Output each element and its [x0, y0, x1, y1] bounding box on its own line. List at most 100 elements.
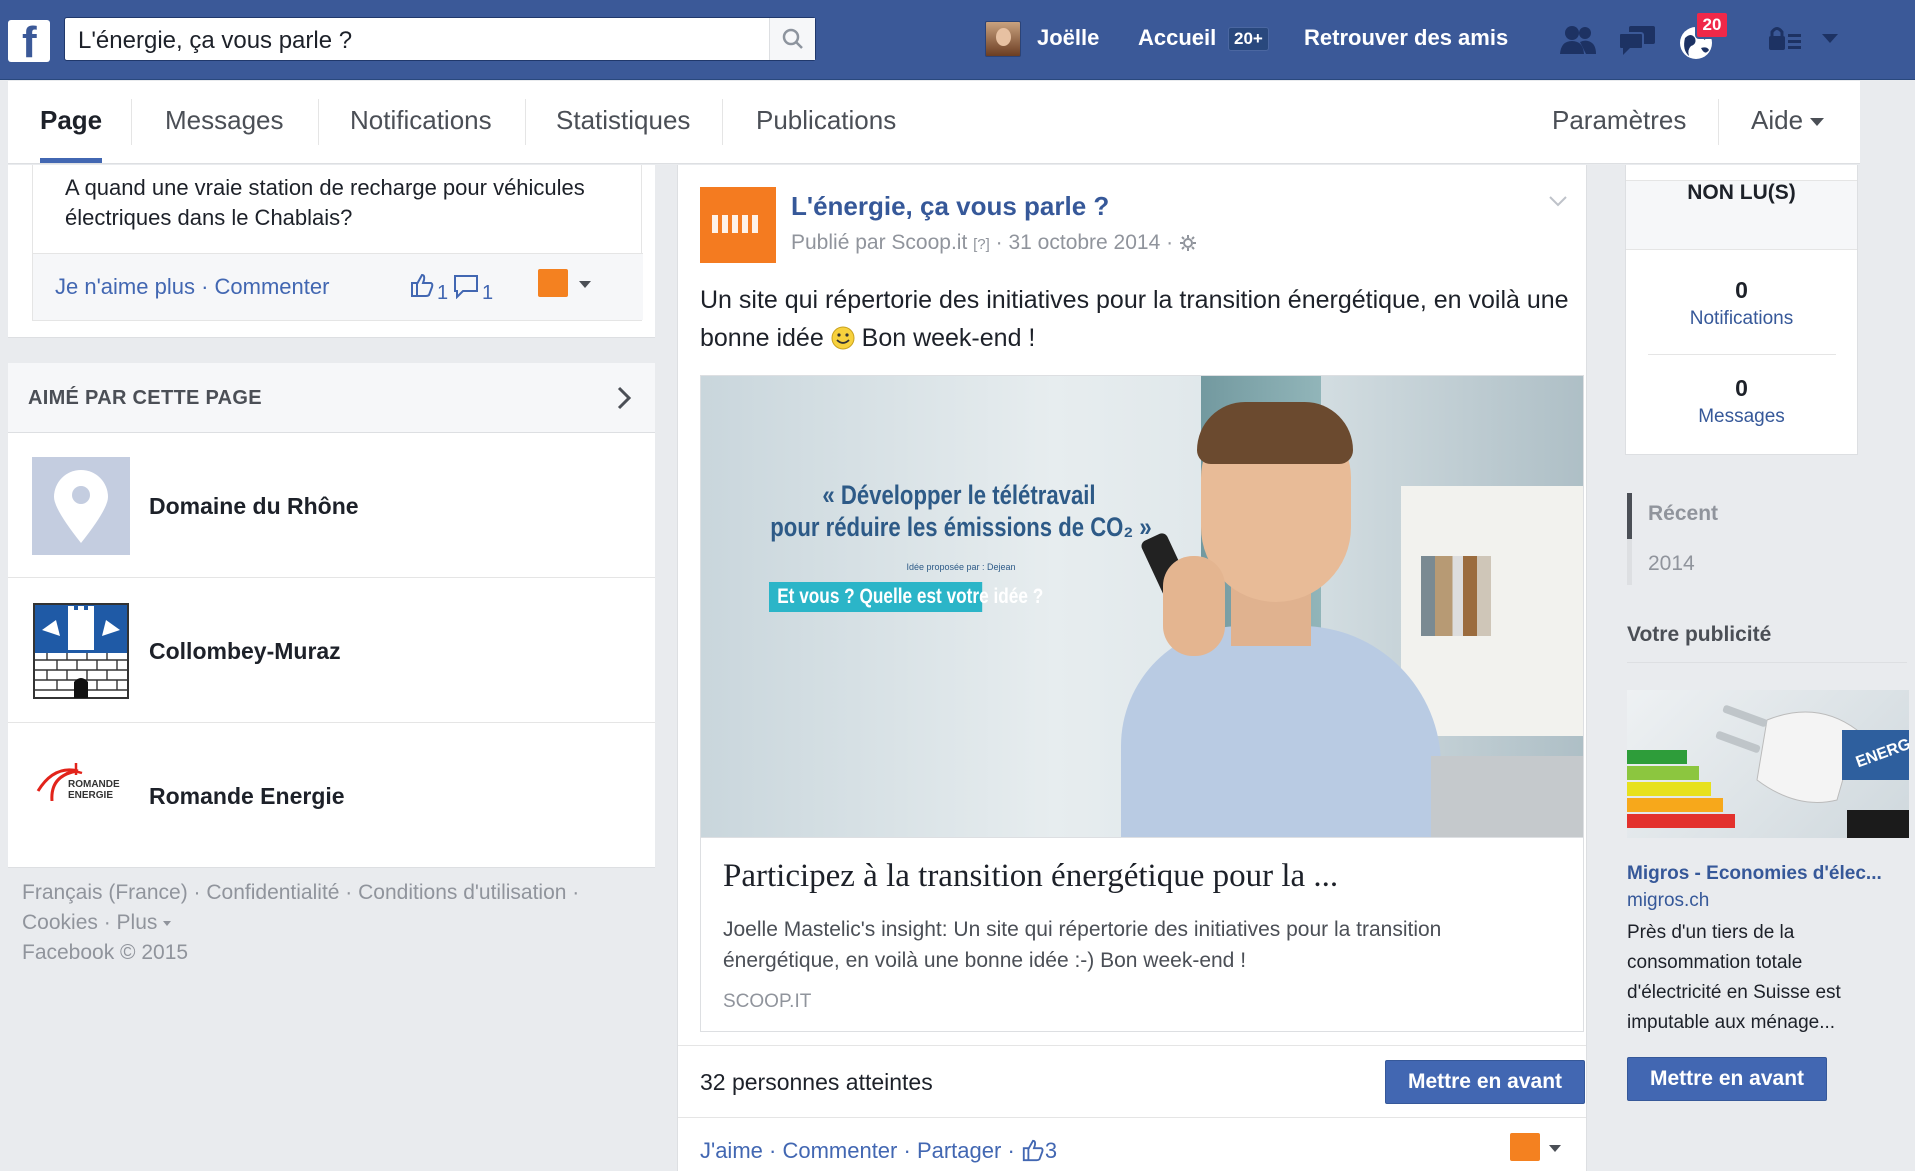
help-marker[interactable]: [?] [973, 236, 990, 253]
tab-insights[interactable]: Statistiques [556, 81, 690, 163]
tab-help[interactable]: Aide [1751, 81, 1825, 163]
timeline-recent-link[interactable]: Récent [1648, 502, 1718, 526]
more-link[interactable]: Plus [117, 911, 158, 934]
romande-energie-logo: ROMANDE ENERGIE [32, 747, 130, 845]
unread-title: NON LU(S) [1626, 180, 1857, 250]
unread-summary-card: NON LU(S) 0 Notifications 0 Messages [1625, 165, 1858, 455]
link-domain: SCOOP.IT [723, 991, 812, 1012]
search-button[interactable] [769, 18, 815, 60]
tab-notifications[interactable]: Notifications [350, 81, 492, 163]
search-bar[interactable]: L'énergie, ça vous parle ? [64, 17, 816, 61]
link-preview-image[interactable]: « Développer le télétravail pour réduire… [701, 376, 1583, 838]
top-navigation-bar: f L'énergie, ça vous parle ? Joëlle Accu… [0, 0, 1915, 80]
share-link[interactable]: Partager [917, 1138, 1001, 1163]
home-count-badge: 20+ [1228, 27, 1269, 51]
hand [1163, 556, 1225, 656]
find-friends-link[interactable]: Retrouver des amis [1304, 25, 1508, 51]
privacy-lock-icon[interactable] [1767, 24, 1803, 54]
search-icon [782, 28, 803, 49]
chevron-right-icon[interactable] [616, 385, 632, 411]
account-chevron-down-icon[interactable] [1821, 33, 1839, 45]
divider [1648, 354, 1836, 355]
user-avatar[interactable] [985, 21, 1021, 57]
tab-help-label: Aide [1751, 105, 1804, 135]
published-by: Publié par Scoop.it [791, 231, 968, 254]
scoopit-app-icon[interactable] [1510, 1133, 1540, 1161]
comment-link[interactable]: Commenter [215, 274, 330, 299]
post-options-chevron-icon[interactable] [1548, 195, 1568, 207]
terms-link[interactable]: Conditions d'utilisation [358, 881, 566, 904]
thumbs-up-icon[interactable] [1021, 1138, 1045, 1162]
profile-link[interactable]: Joëlle [1037, 25, 1099, 51]
post-message: Un site qui répertorie des initiatives p… [700, 281, 1570, 357]
liked-page-name[interactable]: Romande Energie [149, 783, 345, 810]
liked-page-name[interactable]: Domaine du Rhône [149, 493, 359, 520]
tab-divider [1718, 99, 1719, 145]
page-profile-picture[interactable] [700, 187, 776, 263]
tab-messages[interactable]: Messages [165, 81, 284, 163]
separator: · [339, 881, 359, 904]
unlike-link[interactable]: Je n'aime plus [55, 274, 195, 299]
chevron-down-icon [1810, 118, 1825, 127]
liked-by-page-title: AIMÉ PAR CETTE PAGE [28, 387, 262, 409]
tab-settings[interactable]: Paramètres [1552, 81, 1686, 163]
unread-notifications-link[interactable]: Notifications [1626, 308, 1857, 330]
cookies-link[interactable]: Cookies [22, 911, 98, 934]
separator: · [97, 911, 117, 934]
liked-page-item[interactable]: ROMANDE ENERGIE Romande Energie [8, 723, 655, 868]
image-quote-line2: pour réduire les émissions de CO₂ » [770, 512, 1152, 542]
separator: · [1160, 231, 1179, 254]
coat-of-arms-icon [33, 603, 129, 699]
link-preview-card[interactable]: « Développer le télétravail pour réduire… [700, 375, 1584, 1032]
tab-divider [525, 99, 526, 145]
liked-page-item[interactable]: Domaine du Rhône [8, 433, 655, 578]
caret-down-icon[interactable] [162, 920, 172, 927]
chevron-down-icon[interactable] [1548, 1144, 1562, 1153]
facebook-logo[interactable]: f [8, 18, 50, 67]
home-link[interactable]: Accueil [1138, 25, 1216, 51]
ad-boost-button[interactable]: Mettre en avant [1627, 1057, 1827, 1101]
messages-icon[interactable] [1617, 24, 1657, 56]
scoopit-app-icon[interactable] [538, 269, 568, 297]
tab-divider [722, 99, 723, 145]
liked-by-page-header[interactable]: AIMÉ PAR CETTE PAGE [8, 363, 655, 433]
liked-page-name[interactable]: Collombey-Muraz [149, 638, 341, 665]
image-small-caption: Idée proposée par : Dejean [906, 562, 1016, 572]
location-pin-icon [54, 470, 108, 543]
post-actions: J'aime · Commenter · Partager · 3 [700, 1138, 1057, 1164]
tab-publishing-tools[interactable]: Publications [756, 81, 896, 163]
reach-count[interactable]: 32 personnes atteintes [700, 1069, 933, 1096]
boost-post-button[interactable]: Mettre en avant [1385, 1060, 1585, 1104]
language-link[interactable]: Français (France) [22, 881, 188, 904]
like-link[interactable]: J'aime [700, 1138, 763, 1163]
comment-link[interactable]: Commenter [782, 1138, 897, 1163]
unread-messages-link[interactable]: Messages [1626, 406, 1857, 428]
friend-requests-icon[interactable] [1558, 24, 1598, 56]
ad-section-header: Votre publicité [1627, 623, 1907, 663]
comment-bubble-icon[interactable] [453, 273, 479, 299]
ad-domain-link[interactable]: migros.ch [1627, 890, 1709, 912]
comment-actions: Je n'aime plus · Commenter 1 1 [33, 253, 643, 320]
timeline-year-link[interactable]: 2014 [1648, 552, 1695, 576]
audience-gear-icon[interactable] [1179, 234, 1197, 252]
thumbs-up-icon[interactable] [409, 272, 435, 298]
post-date[interactable]: 31 octobre 2014 [1008, 231, 1160, 254]
separator: · [187, 881, 207, 904]
comment-action-links: Je n'aime plus · Commenter [55, 274, 329, 300]
link-headline[interactable]: Participez à la transition énergétique p… [723, 858, 1338, 895]
liked-page-item[interactable]: Collombey-Muraz [8, 578, 655, 723]
collombey-muraz-coat-of-arms [32, 602, 130, 700]
search-input[interactable]: L'énergie, ça vous parle ? [78, 27, 352, 55]
tab-divider [318, 99, 319, 145]
comment-box: A quand une vraie station de recharge po… [32, 165, 643, 321]
ad-image[interactable]: ENERG [1627, 690, 1909, 838]
tab-page[interactable]: Page [40, 81, 103, 163]
post-meta: Publié par Scoop.it [?] · 31 octobre 201… [791, 231, 1197, 255]
chevron-down-icon[interactable] [578, 280, 592, 289]
post-page-name[interactable]: L'énergie, ça vous parle ? [791, 191, 1109, 222]
post-like-count[interactable]: 3 [1045, 1138, 1057, 1163]
ad-title-link[interactable]: Migros - Economies d'élec... [1627, 863, 1912, 885]
privacy-link[interactable]: Confidentialité [206, 881, 339, 904]
smiley-emoji-icon [831, 326, 855, 350]
page-admin-tabs: Page Messages Notifications Statistiques… [8, 81, 1860, 164]
